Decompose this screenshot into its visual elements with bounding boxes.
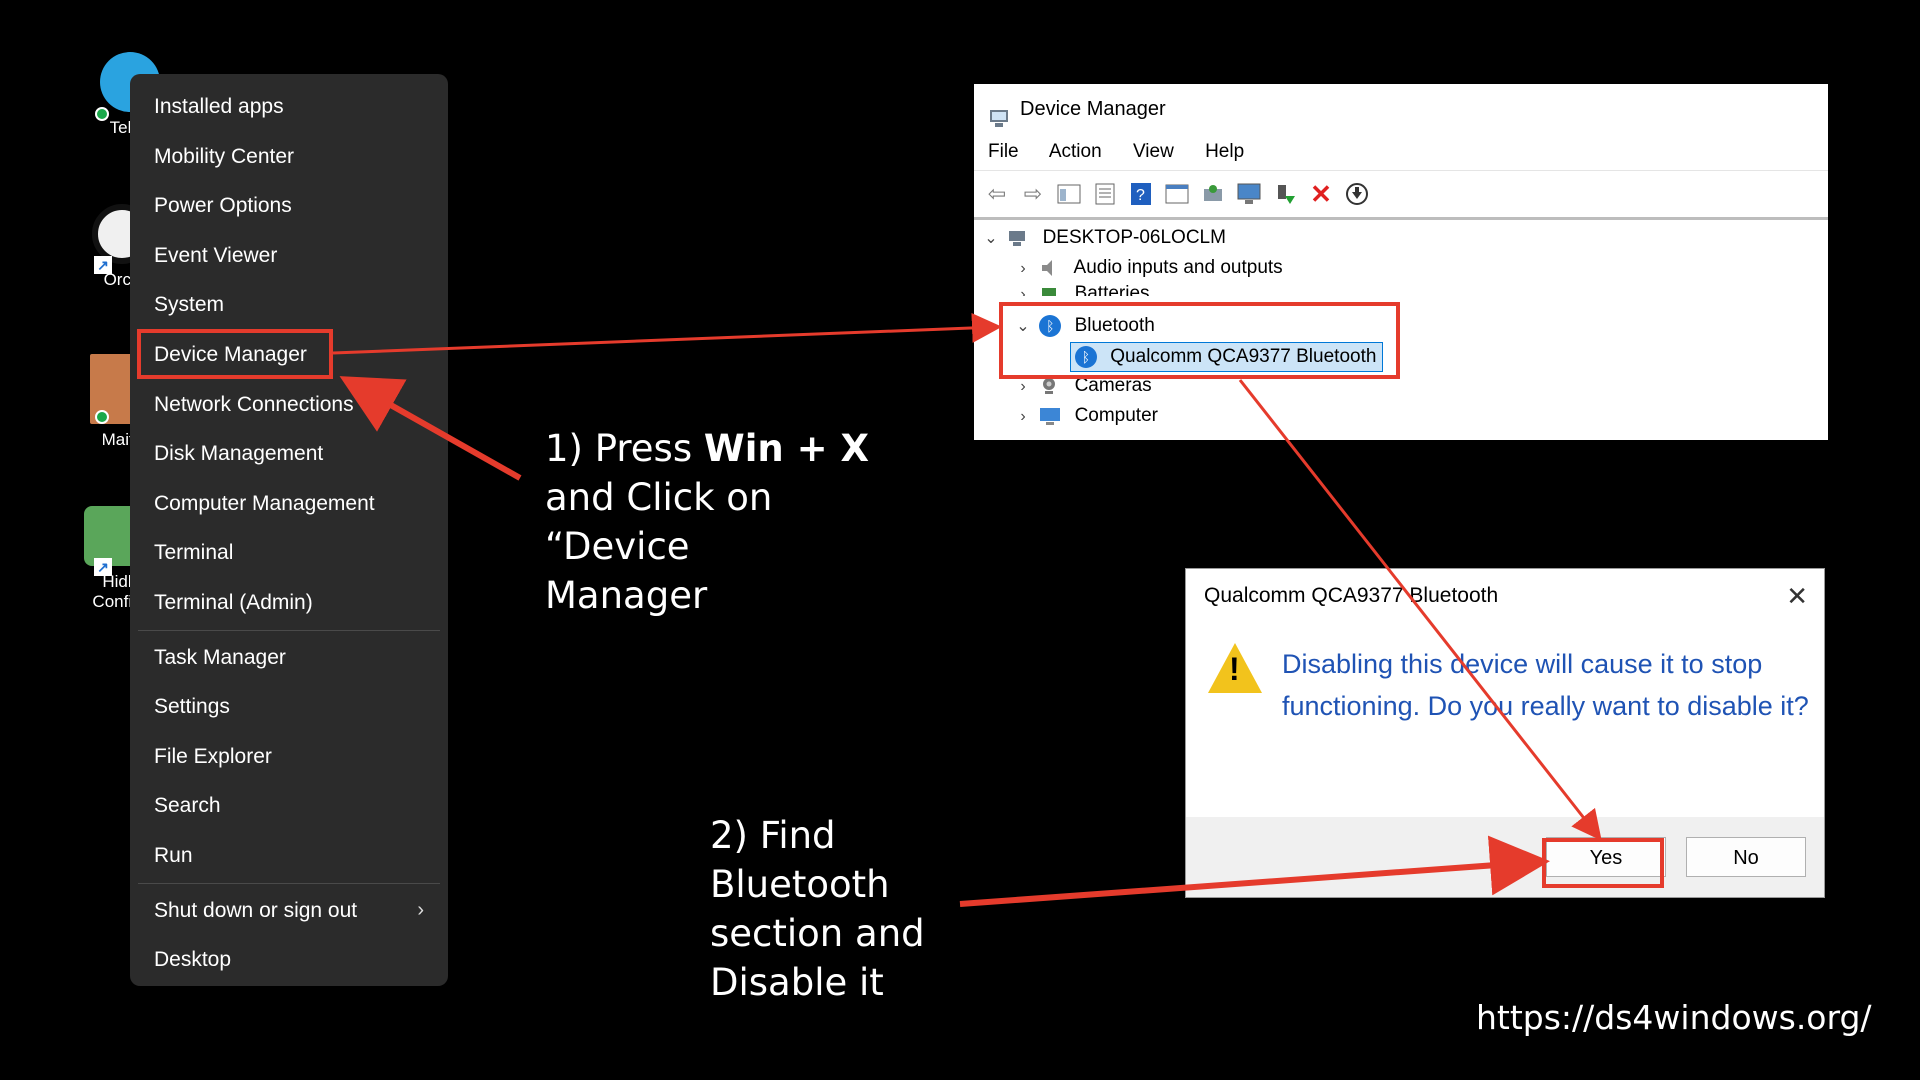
annotation-arrows: [332, 312, 1602, 907]
arrow-bluetooth-to-yes: [1238, 379, 1602, 841]
site-url: https://ds4windows.org/: [1476, 998, 1872, 1037]
arrow-menu-to-device-manager: [332, 312, 1002, 355]
arrow-callout-to-menu-item: [339, 376, 522, 481]
arrow-callout-to-yes: [959, 835, 1550, 907]
